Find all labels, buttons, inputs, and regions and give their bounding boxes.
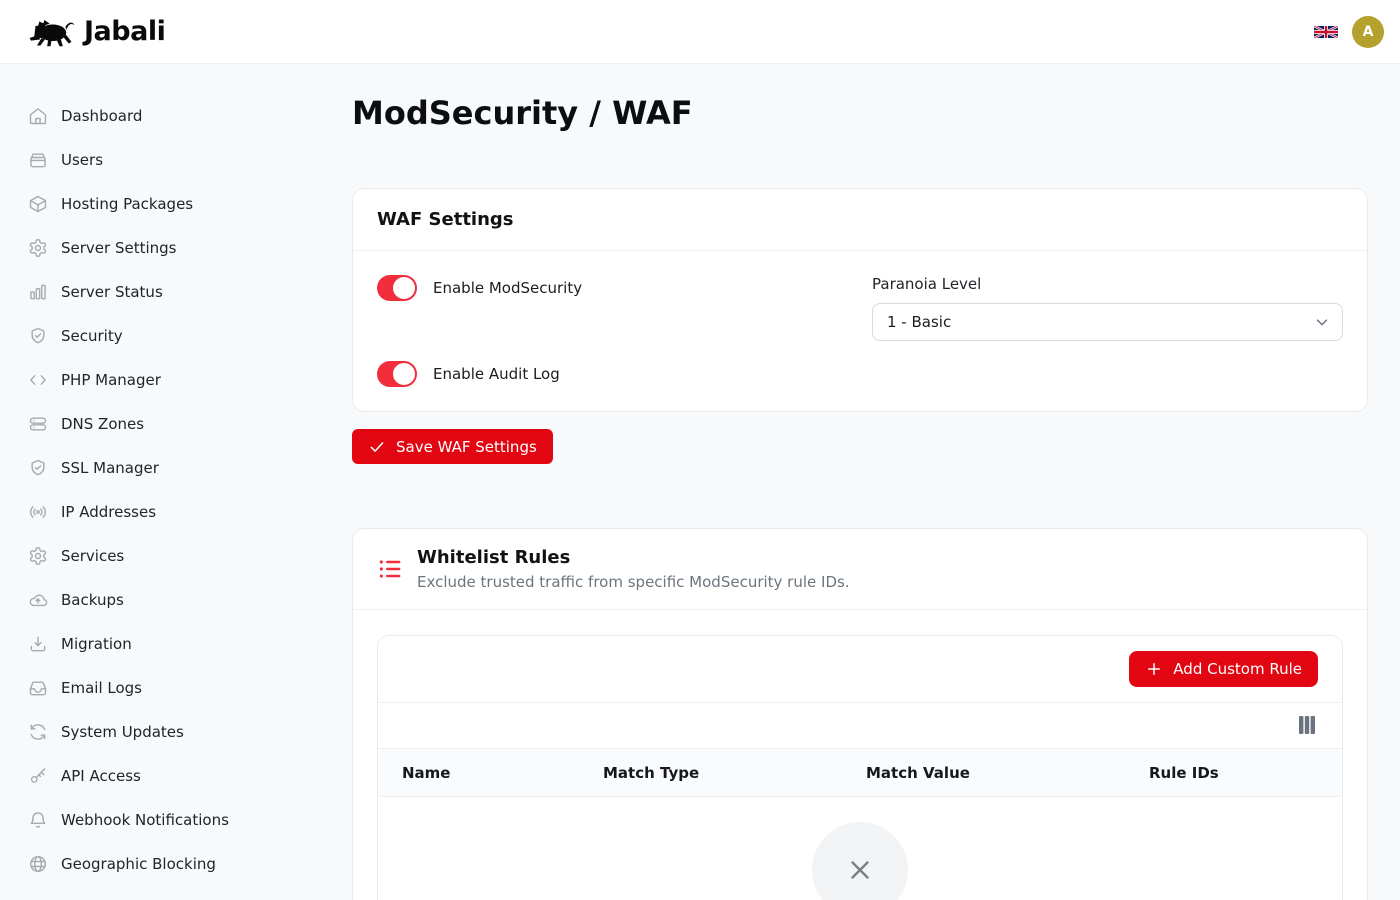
table-empty-state: [378, 797, 1342, 900]
paranoia-level-label: Paranoia Level: [872, 275, 1343, 293]
broadcast-icon: [28, 502, 48, 522]
whitelist-rules-table: Name Match Type Match Value Rule IDs: [378, 748, 1342, 797]
sidebar-item-dns-zones[interactable]: DNS Zones: [0, 402, 256, 446]
download-icon: [28, 634, 48, 654]
sidebar-item-system-updates[interactable]: System Updates: [0, 710, 256, 754]
column-header-match-type: Match Type: [579, 749, 842, 797]
sidebar-item-geographic-blocking[interactable]: Geographic Blocking: [0, 842, 256, 886]
sidebar-item-backups[interactable]: Backups: [0, 578, 256, 622]
shield-check-icon: [28, 326, 48, 346]
whitelist-table-card: Add Custom Rule Name Match Ty: [377, 635, 1343, 900]
globe-icon: [28, 854, 48, 874]
sidebar-item-users[interactable]: Users: [0, 138, 256, 182]
bell-icon: [28, 810, 48, 830]
shield-check-icon: [28, 458, 48, 478]
toggle-knob: [393, 363, 415, 385]
sidebar: Dashboard Users Hosting Packages Server …: [0, 64, 256, 900]
code-icon: [28, 370, 48, 390]
server-stack-icon: [28, 414, 48, 434]
add-custom-rule-button[interactable]: Add Custom Rule: [1129, 651, 1318, 687]
inbox-icon: [28, 678, 48, 698]
column-header-rule-ids: Rule IDs: [1125, 749, 1342, 797]
sidebar-item-ip-addresses[interactable]: IP Addresses: [0, 490, 256, 534]
gear-icon: [28, 238, 48, 258]
home-icon: [28, 106, 48, 126]
enable-modsecurity-label: Enable ModSecurity: [433, 279, 582, 297]
key-icon: [28, 766, 48, 786]
sidebar-item-api-access[interactable]: API Access: [0, 754, 256, 798]
bar-chart-icon: [28, 282, 48, 302]
paranoia-level-field: Paranoia Level 1 - Basic: [872, 275, 1343, 341]
page-title: ModSecurity / WAF: [352, 94, 1368, 132]
brand-logo[interactable]: Jabali: [28, 16, 165, 48]
toggle-knob: [393, 277, 415, 299]
top-header: Jabali A: [0, 0, 1400, 64]
cloud-upload-icon: [28, 590, 48, 610]
refresh-icon: [28, 722, 48, 742]
sidebar-item-ssl-manager[interactable]: SSL Manager: [0, 446, 256, 490]
sidebar-item-migration[interactable]: Migration: [0, 622, 256, 666]
gear-icon: [28, 546, 48, 566]
plus-icon: [1145, 660, 1163, 678]
empty-state-close-icon: [812, 822, 908, 900]
sidebar-item-email-logs[interactable]: Email Logs: [0, 666, 256, 710]
columns-icon[interactable]: [1298, 716, 1316, 734]
paranoia-level-select[interactable]: 1 - Basic: [872, 303, 1343, 341]
sidebar-item-php-manager[interactable]: PHP Manager: [0, 358, 256, 402]
waf-settings-card-title: WAF Settings: [353, 189, 1367, 251]
enable-audit-log-label: Enable Audit Log: [433, 365, 560, 383]
users-archive-icon: [28, 150, 48, 170]
package-icon: [28, 194, 48, 214]
enable-audit-log-toggle[interactable]: [377, 361, 417, 387]
brand-name: Jabali: [84, 16, 165, 47]
column-header-name: Name: [378, 749, 579, 797]
whitelist-rules-card: Whitelist Rules Exclude trusted traffic …: [352, 528, 1368, 900]
waf-settings-card: WAF Settings Enable ModSecurity Paranoia…: [352, 188, 1368, 412]
boar-logo-icon: [28, 16, 76, 48]
sidebar-item-server-settings[interactable]: Server Settings: [0, 226, 256, 270]
uk-flag-icon[interactable]: [1314, 23, 1338, 41]
sidebar-item-webhook-notifications[interactable]: Webhook Notifications: [0, 798, 256, 842]
sidebar-item-services[interactable]: Services: [0, 534, 256, 578]
sidebar-item-security[interactable]: Security: [0, 314, 256, 358]
sidebar-item-dashboard[interactable]: Dashboard: [0, 94, 256, 138]
whitelist-rules-title: Whitelist Rules: [417, 547, 850, 568]
save-waf-settings-button[interactable]: Save WAF Settings: [352, 429, 553, 464]
enable-modsecurity-toggle[interactable]: [377, 275, 417, 301]
column-header-match-value: Match Value: [842, 749, 1125, 797]
sidebar-item-hosting-packages[interactable]: Hosting Packages: [0, 182, 256, 226]
whitelist-rules-subtitle: Exclude trusted traffic from specific Mo…: [417, 573, 850, 591]
list-icon: [377, 556, 403, 582]
sidebar-item-server-status[interactable]: Server Status: [0, 270, 256, 314]
main-content: ModSecurity / WAF WAF Settings Enable Mo…: [256, 64, 1400, 900]
user-avatar[interactable]: A: [1352, 16, 1384, 48]
check-icon: [368, 438, 386, 456]
